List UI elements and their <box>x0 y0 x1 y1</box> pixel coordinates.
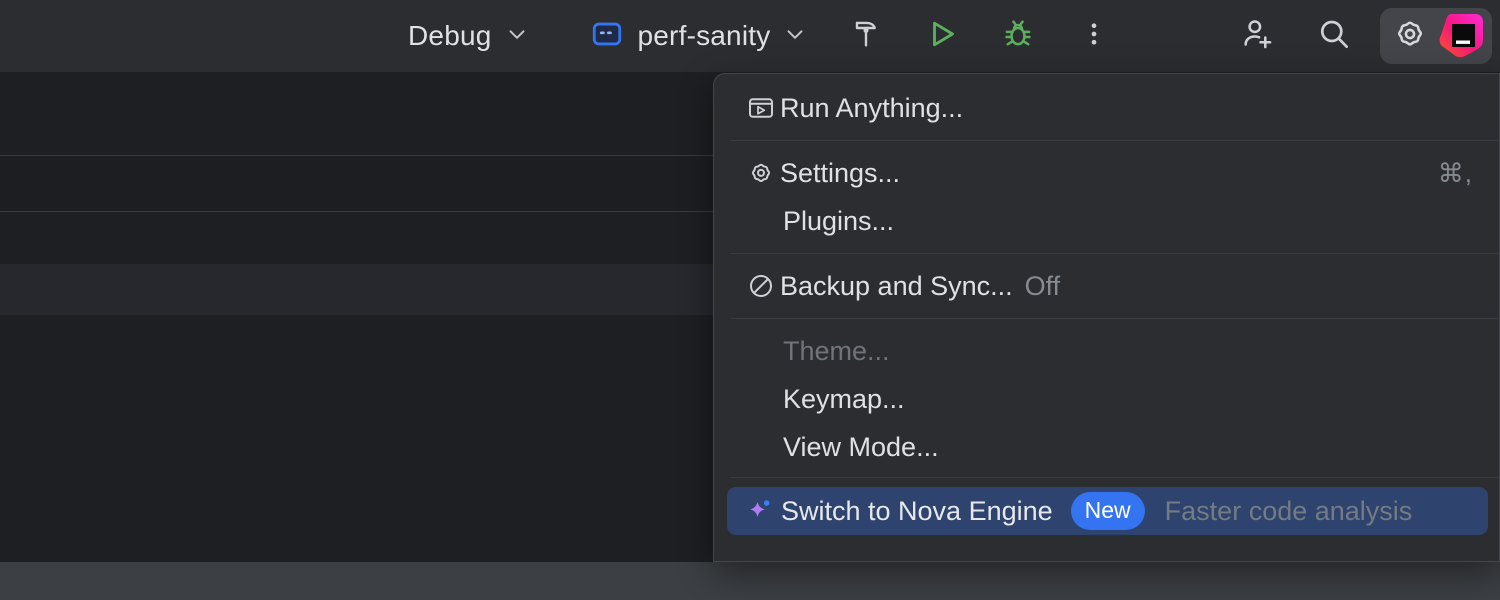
menu-separator <box>731 477 1499 478</box>
menu-item-plugins[interactable]: Plugins... <box>714 197 1499 245</box>
no-sync-icon <box>746 271 780 301</box>
main-toolbar: Debug perf-sanity <box>0 0 1500 73</box>
hammer-build-icon <box>848 16 884 57</box>
jetbrains-product-logo[interactable] <box>1438 11 1488 61</box>
run-configuration-selector[interactable]: perf-sanity <box>582 12 817 60</box>
run-anything-icon <box>746 93 780 123</box>
search-button[interactable] <box>1308 10 1360 62</box>
menu-item-switch-to-nova-engine[interactable]: Switch to Nova Engine New Faster code an… <box>727 487 1488 535</box>
chevron-down-icon <box>782 21 808 52</box>
gear-icon <box>1392 16 1428 57</box>
menu-item-keymap[interactable]: Keymap... <box>714 375 1499 423</box>
menu-item-backup-and-sync[interactable]: Backup and Sync... Off <box>714 262 1499 310</box>
menu-item-view-mode[interactable]: View Mode... <box>714 423 1499 471</box>
menu-item-theme: Theme... <box>714 327 1499 375</box>
run-config-terminal-icon <box>590 17 624 56</box>
menu-item-label: Settings... <box>780 158 900 189</box>
menu-item-label: Backup and Sync... <box>780 271 1013 302</box>
menu-item-label: Keymap... <box>783 384 905 415</box>
menu-item-hint: Faster code analysis <box>1165 496 1413 527</box>
run-play-icon <box>924 16 960 57</box>
more-vertical-icon <box>1079 19 1109 54</box>
gear-icon <box>746 158 780 188</box>
run-configuration-name: perf-sanity <box>638 20 771 52</box>
search-icon <box>1315 15 1353 58</box>
menu-item-settings[interactable]: Settings... ⌘, <box>714 149 1499 197</box>
run-button[interactable] <box>916 10 968 62</box>
add-user-icon <box>1239 15 1277 58</box>
new-badge: New <box>1071 492 1145 530</box>
sparkle-icon <box>745 496 781 526</box>
settings-and-product-group <box>1380 8 1492 64</box>
more-options-button[interactable] <box>1068 10 1120 62</box>
menu-item-label: Plugins... <box>783 206 894 237</box>
build-button[interactable] <box>840 10 892 62</box>
menu-item-shortcut: ⌘, <box>1438 158 1473 189</box>
menu-item-run-anything[interactable]: Run Anything... <box>714 84 1499 132</box>
add-user-button[interactable] <box>1232 10 1284 62</box>
run-config-mode-dropdown[interactable]: Debug <box>400 12 538 60</box>
bottom-panel-band <box>0 562 1500 600</box>
menu-item-value: Off <box>1025 271 1061 302</box>
run-config-mode-label: Debug <box>408 20 492 52</box>
menu-item-label: View Mode... <box>783 432 939 463</box>
settings-popup-menu: Run Anything... Settings... ⌘, Plugins..… <box>713 73 1500 562</box>
menu-item-label: Theme... <box>783 336 890 367</box>
settings-button[interactable] <box>1384 10 1436 62</box>
menu-item-label: Run Anything... <box>780 93 963 124</box>
debug-button[interactable] <box>992 10 1044 62</box>
menu-item-label: Switch to Nova Engine <box>781 496 1053 527</box>
debug-bug-icon <box>1000 16 1036 57</box>
chevron-down-icon <box>504 21 530 52</box>
